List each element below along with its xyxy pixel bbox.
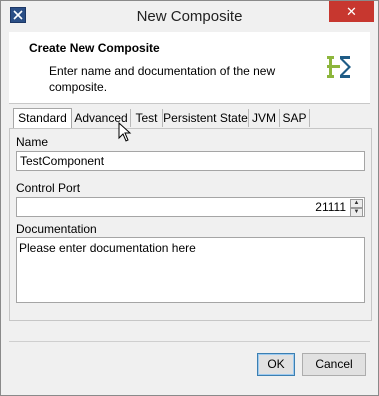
spin-up-icon[interactable]: ▲ bbox=[350, 199, 363, 208]
cancel-button[interactable]: Cancel bbox=[302, 353, 366, 376]
title-bar[interactable]: New Composite ✕ bbox=[1, 1, 378, 32]
tab-test[interactable]: Test bbox=[131, 109, 163, 127]
control-port-label: Control Port bbox=[16, 181, 81, 195]
tab-persistent-state[interactable]: Persistent State bbox=[163, 109, 249, 127]
dialog-header: Create New Composite Enter name and docu… bbox=[9, 32, 370, 103]
mouse-cursor-icon bbox=[118, 122, 132, 142]
name-label: Name bbox=[16, 135, 49, 149]
header-title: Create New Composite bbox=[29, 41, 160, 55]
port-spinner[interactable]: ▲ ▼ bbox=[350, 199, 363, 217]
header-divider bbox=[9, 103, 370, 104]
tab-bar: Standard Advanced Test Persistent State … bbox=[13, 108, 373, 128]
control-port-input[interactable]: 21111 ▲ ▼ bbox=[16, 197, 365, 217]
spin-down-icon[interactable]: ▼ bbox=[350, 208, 363, 217]
header-description: Enter name and documentation of the new … bbox=[49, 64, 276, 94]
documentation-label: Documentation bbox=[16, 222, 97, 236]
window-title: New Composite bbox=[136, 8, 243, 25]
ok-button[interactable]: OK bbox=[257, 353, 295, 376]
tab-content-standard: Name TestComponent Control Port 21111 ▲ … bbox=[9, 128, 372, 321]
footer-divider bbox=[9, 341, 370, 342]
documentation-textarea[interactable]: Please enter documentation here bbox=[16, 237, 365, 303]
new-composite-dialog: New Composite ✕ Create New Composite Ent… bbox=[0, 0, 379, 396]
control-port-value: 21111 bbox=[315, 200, 346, 214]
tab-sap[interactable]: SAP bbox=[280, 109, 310, 127]
name-input[interactable]: TestComponent bbox=[16, 151, 365, 171]
composite-logo-icon bbox=[327, 56, 351, 78]
tab-standard[interactable]: Standard bbox=[13, 108, 72, 128]
close-button[interactable]: ✕ bbox=[329, 1, 374, 22]
tab-jvm[interactable]: JVM bbox=[249, 109, 280, 127]
